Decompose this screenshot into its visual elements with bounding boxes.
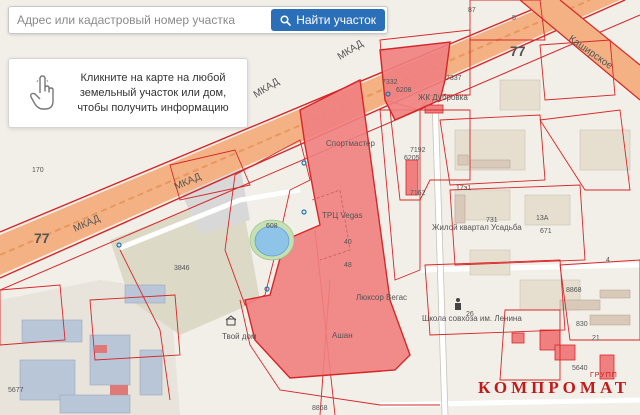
svg-text:7332: 7332 <box>382 79 398 86</box>
svg-text:8868: 8868 <box>312 405 328 412</box>
svg-text:7337: 7337 <box>446 75 462 82</box>
svg-text:170: 170 <box>32 167 44 174</box>
svg-text:87: 87 <box>468 7 476 14</box>
find-parcel-button[interactable]: Найти участок <box>271 9 385 31</box>
svg-text:40: 40 <box>344 239 352 246</box>
place-label: Люксор Вегас <box>356 293 407 302</box>
svg-text:3846: 3846 <box>174 265 190 272</box>
red-marker <box>95 345 107 353</box>
svg-text:7192: 7192 <box>410 147 426 154</box>
svg-text:830: 830 <box>576 321 588 328</box>
svg-text:26: 26 <box>466 311 474 318</box>
map-hint-panel: Кликните на карте на любой земельный уча… <box>8 58 248 128</box>
search-bar: Найти участок <box>8 6 388 34</box>
svg-text:6205: 6205 <box>404 155 420 162</box>
route-shield: 77 <box>34 230 50 246</box>
kompromat-watermark: КОМПРОМАТ <box>478 378 631 397</box>
place-label: Твой дом <box>222 332 256 341</box>
svg-text:4: 4 <box>606 257 610 264</box>
map-hint-text: Кликните на карте на любой земельный уча… <box>77 71 229 114</box>
svg-text:608: 608 <box>266 223 278 230</box>
svg-text:6208: 6208 <box>396 87 412 94</box>
svg-text:13А: 13А <box>536 215 549 222</box>
svg-text:671: 671 <box>540 228 552 235</box>
svg-text:8868: 8868 <box>566 287 582 294</box>
svg-text:5: 5 <box>512 15 516 22</box>
address-search-input[interactable] <box>9 7 270 33</box>
svg-text:5677: 5677 <box>8 387 24 394</box>
svg-text:21: 21 <box>592 335 600 342</box>
place-label: Спортмастер <box>326 139 375 148</box>
svg-text:77: 77 <box>34 230 50 246</box>
hand-pointer-icon <box>19 69 67 117</box>
pond <box>254 225 290 257</box>
svg-text:5640: 5640 <box>572 365 588 372</box>
place-label: ЖК Дубровка <box>418 93 468 102</box>
place-label: ТРЦ Vegas <box>322 211 363 220</box>
svg-text:731: 731 <box>486 217 498 224</box>
kompromat-watermark-sup: ГРУПП <box>590 372 618 379</box>
search-icon <box>280 14 292 26</box>
route-shield: 77 <box>510 43 526 59</box>
svg-text:48: 48 <box>344 262 352 269</box>
red-marker <box>110 385 128 395</box>
svg-text:77: 77 <box>510 43 526 59</box>
svg-text:7162: 7162 <box>410 190 426 197</box>
place-label: Жилой квартал Усадьба <box>432 223 522 232</box>
find-parcel-label: Найти участок <box>296 13 376 27</box>
svg-text:17э1: 17э1 <box>456 185 471 192</box>
place-label: Ашан <box>332 331 353 340</box>
